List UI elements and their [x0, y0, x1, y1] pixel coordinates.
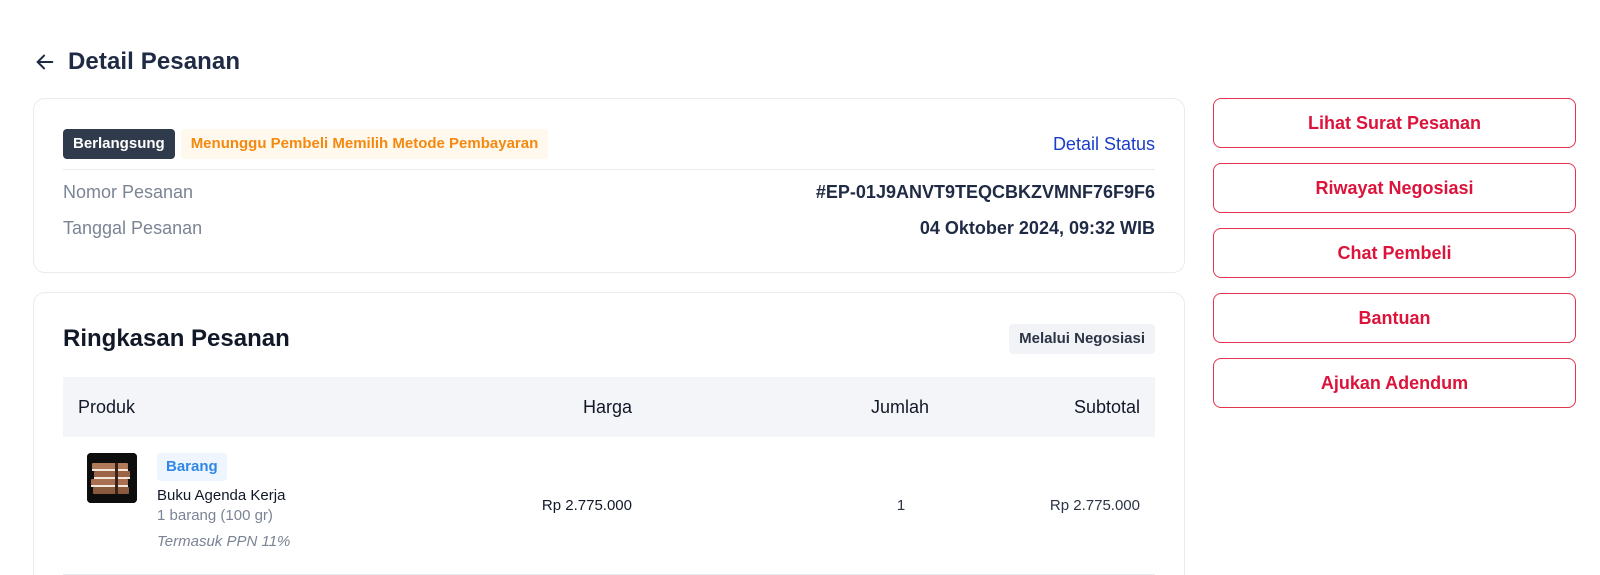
status-row: Berlangsung Menunggu Pembeli Memilih Met…: [63, 129, 1155, 159]
column-header-quantity: Jumlah: [870, 397, 929, 417]
order-status-card: Berlangsung Menunggu Pembeli Memilih Met…: [33, 98, 1185, 273]
order-date-label: Tanggal Pesanan: [63, 217, 203, 238]
product-quantity: 1: [896, 497, 906, 514]
product-tax-note: Termasuk PPN 11%: [157, 533, 291, 550]
order-number-value: #EP-01J9ANVT9TEQCBKZVMNF76F9F6: [815, 181, 1155, 202]
order-state-detail-badge: Menunggu Pembeli Memilih Metode Pembayar…: [180, 129, 549, 159]
product-price: Rp 2.775.000: [541, 497, 632, 514]
order-items-table: Produk Harga Jumlah Subtotal Barang Buku…: [63, 377, 1155, 575]
summary-header: Ringkasan Pesanan Melalui Negosiasi: [63, 323, 1155, 355]
order-number-label: Nomor Pesanan: [63, 181, 194, 202]
column-header-price: Harga: [582, 397, 632, 417]
column-header-product: Produk: [78, 397, 136, 417]
product-type-badge: Barang: [157, 453, 227, 481]
product-thumbnail[interactable]: [87, 453, 137, 503]
view-purchase-order-button[interactable]: Lihat Surat Pesanan: [1213, 98, 1576, 148]
detail-status-link[interactable]: Detail Status: [1053, 134, 1155, 155]
order-date-row: Tanggal Pesanan 04 Oktober 2024, 09:32 W…: [63, 215, 1155, 241]
table-row: Barang Buku Agenda Kerja 1 barang (100 g…: [63, 437, 1155, 575]
order-date-value: 04 Oktober 2024, 09:32 WIB: [919, 217, 1155, 238]
help-button[interactable]: Bantuan: [1213, 293, 1576, 343]
page-header: Detail Pesanan: [32, 44, 240, 80]
order-number-row: Nomor Pesanan #EP-01J9ANVT9TEQCBKZVMNF76…: [63, 179, 1155, 205]
summary-title: Ringkasan Pesanan: [63, 325, 290, 352]
chat-buyer-button[interactable]: Chat Pembeli: [1213, 228, 1576, 278]
page-title: Detail Pesanan: [68, 48, 241, 75]
negotiation-history-button[interactable]: Riwayat Negosiasi: [1213, 163, 1576, 213]
divider: [63, 169, 1155, 170]
back-button[interactable]: [32, 49, 58, 75]
submit-addendum-button[interactable]: Ajukan Adendum: [1213, 358, 1576, 408]
book-stack-icon: [87, 453, 137, 503]
negotiation-method-badge: Melalui Negosiasi: [1009, 324, 1155, 354]
product-name[interactable]: Buku Agenda Kerja: [157, 487, 290, 504]
order-actions-panel: Lihat Surat Pesanan Riwayat Negosiasi Ch…: [1213, 98, 1576, 423]
table-header: Produk Harga Jumlah Subtotal: [63, 377, 1155, 437]
product-subtotal: Rp 2.775.000: [1049, 497, 1140, 514]
product-quantity-detail: 1 barang (100 gr): [157, 507, 273, 524]
order-state-badge: Berlangsung: [63, 129, 175, 159]
product-info: Barang Buku Agenda Kerja 1 barang (100 g…: [157, 453, 290, 550]
order-summary-card: Ringkasan Pesanan Melalui Negosiasi Prod…: [33, 292, 1185, 575]
arrow-left-icon: [36, 54, 54, 70]
column-header-subtotal: Subtotal: [1073, 397, 1140, 417]
